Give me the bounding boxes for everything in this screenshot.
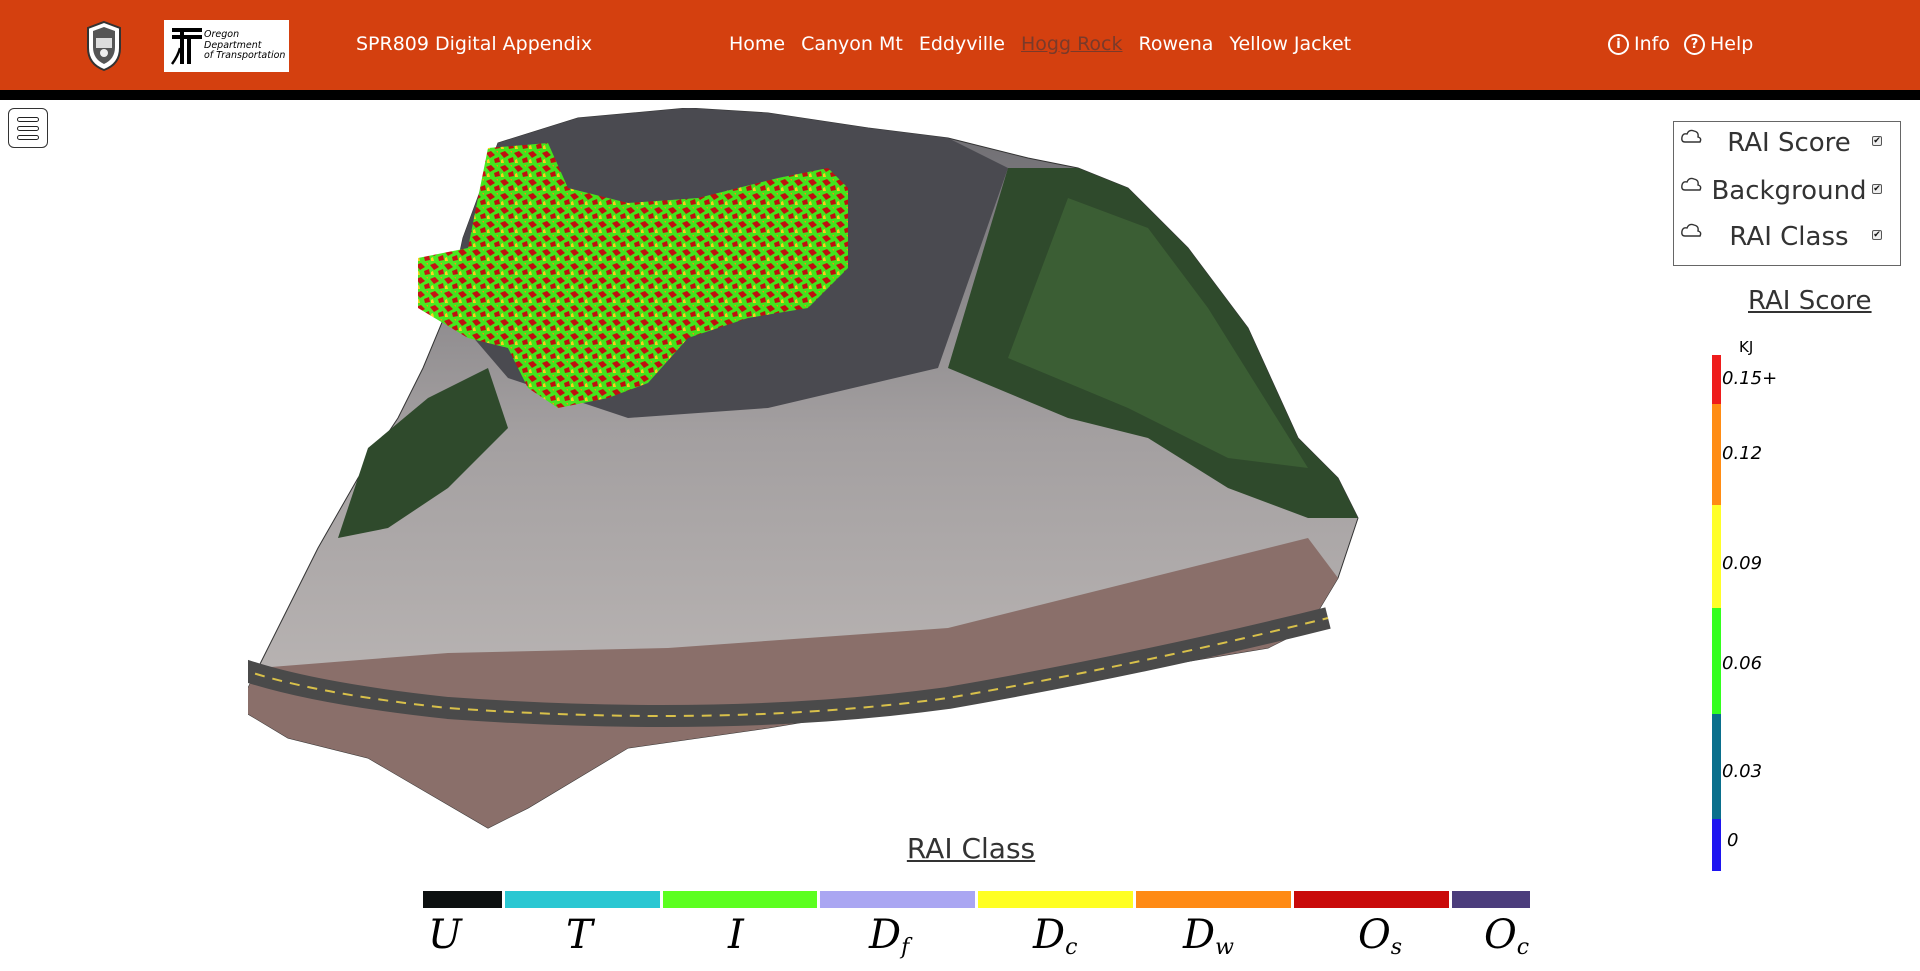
nav-eddyville[interactable]: Eddyville — [919, 33, 1005, 55]
nav-hogg-rock[interactable]: Hogg Rock — [1021, 33, 1123, 55]
class-swatch-os — [1294, 891, 1449, 908]
class-label-u: U — [428, 912, 462, 958]
class-label-dw: Dw — [1183, 912, 1234, 960]
class-swatch-t — [505, 891, 660, 908]
class-label-t: T — [566, 912, 593, 958]
nav-canyon-mt[interactable]: Canyon Mt — [801, 33, 903, 55]
class-label-oc: Oc — [1484, 912, 1530, 960]
info-link[interactable]: i Info — [1608, 33, 1670, 55]
help-icon: ? — [1683, 33, 1705, 55]
odot-logo: Oregon Department of Transportation — [164, 20, 289, 72]
layer-row-rai-score[interactable]: RAI Score ✔ — [1674, 124, 1902, 164]
menu-bar-icon — [17, 117, 39, 122]
class-swatch-df — [820, 891, 975, 908]
score-tick: 0 — [1727, 830, 1739, 851]
oregon-seal-logo — [87, 20, 121, 72]
score-segment — [1712, 819, 1721, 871]
score-segment — [1712, 714, 1721, 819]
class-swatch-dc — [978, 891, 1133, 908]
logo-text-line: of Transportation — [204, 50, 286, 61]
class-swatch-i — [663, 891, 817, 908]
app-header: Oregon Department of Transportation SPR8… — [0, 0, 1920, 90]
layer-label: RAI Score — [1727, 128, 1851, 158]
layer-row-background[interactable]: Background ✔ — [1674, 172, 1902, 212]
class-swatch-u — [423, 891, 502, 908]
point-cloud-viewer[interactable] — [248, 108, 1648, 888]
class-swatch-oc — [1452, 891, 1530, 908]
info-icon: i — [1608, 33, 1629, 55]
score-tick: 0.09 — [1722, 553, 1763, 574]
class-label-df: Df — [869, 912, 910, 960]
help-label: Help — [1709, 33, 1754, 55]
layer-checkbox[interactable]: ✔ — [1872, 184, 1882, 194]
menu-button[interactable] — [8, 108, 48, 148]
class-legend-title: RAI Class — [876, 830, 1066, 872]
score-tick: 0.03 — [1722, 761, 1763, 782]
cloud-icon — [1681, 177, 1702, 191]
cloud-icon — [1681, 223, 1702, 237]
layer-label: Background — [1711, 176, 1867, 206]
score-segment — [1712, 404, 1721, 505]
logo-text-line: Oregon — [204, 29, 240, 40]
score-segment — [1712, 355, 1721, 404]
layer-checkbox[interactable]: ✔ — [1872, 230, 1882, 240]
score-legend-title: RAI Score — [1748, 286, 1872, 316]
layer-checkbox[interactable]: ✔ — [1872, 136, 1882, 146]
score-legend-unit: KJ — [1739, 338, 1754, 356]
layer-control-panel: RAI Score ✔ Background ✔ RAI Class ✔ — [1673, 121, 1901, 266]
nav-rowena[interactable]: Rowena — [1139, 33, 1214, 55]
class-swatch-dw — [1136, 891, 1291, 908]
help-link[interactable]: ? Help — [1683, 33, 1754, 55]
score-tick: 0.15+ — [1722, 368, 1778, 389]
layer-row-rai-class[interactable]: RAI Class ✔ — [1674, 218, 1902, 258]
score-segment — [1712, 505, 1721, 608]
class-label-os: Os — [1358, 912, 1403, 960]
score-segment — [1712, 608, 1721, 714]
score-color-bar — [1712, 355, 1721, 871]
score-tick: 0.06 — [1722, 653, 1763, 674]
nav-yellow-jacket[interactable]: Yellow Jacket — [1229, 33, 1351, 55]
layer-label: RAI Class — [1729, 222, 1849, 252]
score-tick: 0.12 — [1722, 443, 1763, 464]
class-label-dc: Dc — [1033, 912, 1078, 960]
header-links: i Info ? Help — [1608, 33, 1753, 55]
cloud-icon — [1681, 129, 1702, 143]
site-nav: Home Canyon Mt Eddyville Hogg Rock Rowen… — [729, 33, 1351, 55]
class-label-i: I — [728, 912, 744, 958]
menu-bar-icon — [17, 126, 39, 131]
info-label: Info — [1634, 33, 1670, 55]
header-divider — [0, 90, 1920, 100]
app-title: SPR809 Digital Appendix — [356, 33, 593, 55]
nav-home[interactable]: Home — [729, 33, 785, 55]
menu-bar-icon — [17, 135, 39, 140]
